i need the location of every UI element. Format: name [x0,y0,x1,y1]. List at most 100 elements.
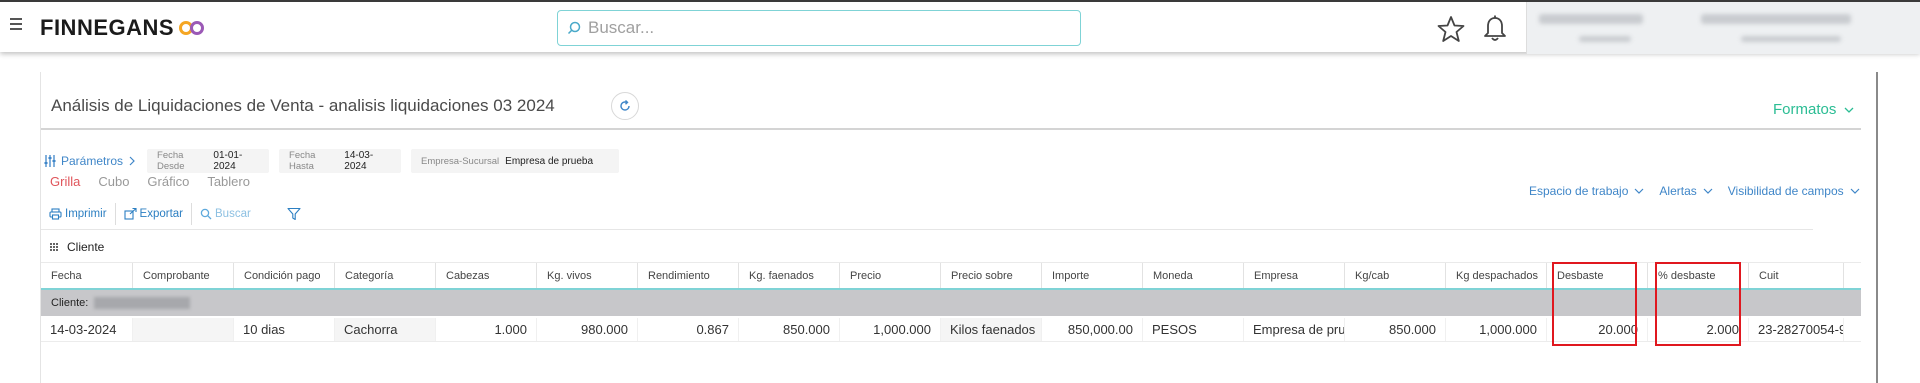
param-empresa-sucursal[interactable]: Empresa-Sucursal Empresa de prueba [411,149,620,173]
parameters-link[interactable]: Parámetros [43,154,137,168]
brand-name: FINNEGANS [40,15,175,40]
chevron-down-icon [1703,188,1713,194]
column-header[interactable]: Desbaste [1547,263,1648,288]
tab-grafico[interactable]: Gráfico [147,174,189,189]
table-cell: 2.000 [1648,318,1749,341]
table-cell: 980.000 [537,318,638,341]
table-cell: Empresa de prueba [1244,318,1345,341]
table-cell: 10 dias [234,318,335,341]
column-header[interactable]: Condición pago [234,263,335,288]
filter-icon [287,207,301,220]
param-value: 01-01-2024 [213,150,243,172]
tab-grilla[interactable]: Grilla [50,174,80,189]
printer-icon [49,207,62,220]
print-button[interactable]: Imprimir [41,203,115,225]
search-input[interactable] [588,18,1068,38]
column-header[interactable]: Precio sobre [941,263,1042,288]
column-header[interactable]: Importe [1042,263,1143,288]
menu-label: Visibilidad de campos [1727,184,1844,198]
search-icon [200,208,212,219]
column-header[interactable]: Moneda [1143,263,1244,288]
column-header[interactable]: Cabezas [436,263,537,288]
param-label: Empresa-Sucursal [421,155,500,167]
param-label: Fecha Hasta [289,150,316,172]
brand-infinity-icon [179,21,205,35]
search-icon [567,21,581,35]
chevron-right-icon [129,156,135,166]
column-header[interactable]: Kg/cab [1345,263,1446,288]
column-header[interactable]: Comprobante [133,263,234,288]
user-company-selector[interactable] [1526,2,1920,54]
view-tabs: Grilla Cubo Gráfico Tablero [50,174,268,189]
notifications-bell-icon[interactable] [1481,14,1509,44]
global-search[interactable] [557,10,1081,46]
table-cell: 23-28270054-9 [1749,318,1844,341]
redacted-client-name [94,297,191,309]
column-header[interactable]: Empresa [1244,263,1345,288]
column-header[interactable]: % desbaste [1648,263,1749,288]
grid-search-button[interactable]: Buscar [192,203,259,225]
data-grid: Fecha Comprobante Condición pago Categoría C… [41,262,1861,342]
column-header[interactable]: Cuit [1749,263,1844,288]
table-cell: 850,000.00 [1042,318,1143,341]
menu-label: Alertas [1659,184,1697,198]
tab-cubo[interactable]: Cubo [98,174,129,189]
table-cell: 850.000 [739,318,840,341]
column-header[interactable]: Rendimiento [638,263,739,288]
espacio-de-trabajo-dropdown[interactable]: Espacio de trabajo [1529,184,1645,198]
param-fecha-hasta[interactable]: Fecha Hasta 14-03-2024 [279,149,402,173]
sliders-icon [44,155,56,167]
grid-search-label: Buscar [215,207,251,220]
table-cell: Kilos faenados [941,318,1042,341]
table-cell: 1,000.000 [1446,318,1547,341]
grid-toolbar: Imprimir Exportar Buscar [41,198,1813,230]
brand-logo[interactable]: FINNEGANS [40,15,206,41]
favorite-star-icon[interactable] [1437,15,1465,43]
param-value: Empresa de prueba [505,155,594,167]
print-label: Imprimir [65,207,107,220]
table-cell [133,318,234,341]
group-band[interactable]: Cliente: [41,290,1861,316]
alertas-dropdown[interactable]: Alertas [1659,184,1713,198]
table-cell: 1,000.000 [840,318,941,341]
chevron-down-icon [1844,107,1854,113]
column-header[interactable]: Categoría [335,263,436,288]
visibilidad-campos-dropdown[interactable]: Visibilidad de campos [1728,184,1861,198]
param-value: 14-03-2024 [344,150,374,172]
menu-icon[interactable] [10,18,26,30]
refresh-button[interactable] [611,92,639,120]
grid-options: Espacio de trabajo Alertas Visibilidad d… [1529,184,1875,198]
table-row[interactable]: 14-03-2024 10 dias Cachorra 1.000 980.000 0.8… [41,318,1861,342]
param-label: Fecha Desde [157,150,185,172]
grid-drag-icon [50,243,58,251]
tab-tablero[interactable]: Tablero [207,174,250,189]
table-cell: 0.867 [638,318,739,341]
export-button[interactable]: Exportar [116,203,191,225]
parameters-label: Parámetros [61,154,124,168]
group-by-area[interactable]: Cliente [49,240,104,254]
table-cell: 850.000 [1345,318,1446,341]
group-label: Cliente: [51,297,89,309]
report-page: Análisis de Liquidaciones de Venta - ana… [40,72,1878,383]
chevron-down-icon [1850,188,1860,194]
column-header[interactable]: Kg despachados [1446,263,1547,288]
column-header[interactable]: Kg. vivos [537,263,638,288]
export-icon [123,207,137,220]
table-cell: Cachorra [335,318,436,341]
table-cell: 1.000 [436,318,537,341]
grid-header: Fecha Comprobante Condición pago Categoría C… [41,262,1861,290]
column-header[interactable]: Kg. faenados [739,263,840,288]
page-title: Análisis de Liquidaciones de Venta - ana… [51,96,555,115]
formatos-label: Formatos [1773,101,1837,118]
menu-label: Espacio de trabajo [1529,184,1629,198]
filter-button[interactable] [279,203,312,225]
table-cell: 14-03-2024 [41,318,133,341]
top-bar: FINNEGANS [0,0,1920,54]
param-fecha-desde[interactable]: Fecha Desde 01-01-2024 [147,149,270,173]
group-by-label: Cliente [67,240,105,254]
table-cell: PESOS [1143,318,1244,341]
column-header[interactable]: Precio [840,263,941,288]
formatos-dropdown[interactable]: Formatos [1773,101,1856,118]
chevron-down-icon [1634,188,1644,194]
column-header[interactable]: Fecha [41,263,133,288]
